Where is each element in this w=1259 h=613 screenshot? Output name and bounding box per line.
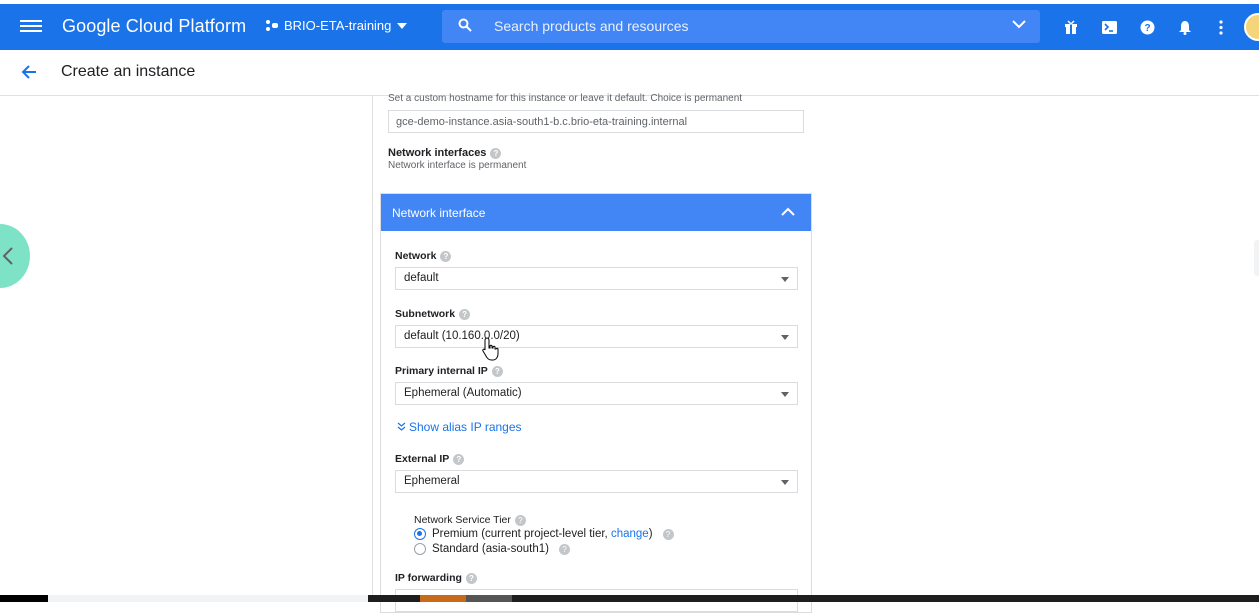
search-bar[interactable] xyxy=(442,10,1040,43)
chevron-down-icon xyxy=(397,22,408,29)
dropdown-caret-icon xyxy=(781,480,789,485)
help-icon[interactable]: ? xyxy=(459,308,471,320)
premium-suffix: ) xyxy=(648,528,653,540)
network-select[interactable]: default xyxy=(395,267,798,290)
primary-ip-select[interactable]: Ephemeral (Automatic) xyxy=(395,382,798,405)
premium-radio[interactable] xyxy=(414,528,426,540)
right-edge-handle[interactable] xyxy=(1254,240,1259,276)
page-title: Create an instance xyxy=(61,63,196,80)
help-icon[interactable]: ? xyxy=(514,514,526,526)
external-ip-value: Ephemeral xyxy=(404,475,460,487)
ip-forwarding-label-text: IP forwarding xyxy=(395,572,462,584)
subnetwork-label-text: Subnetwork xyxy=(395,308,456,320)
chevron-up-icon[interactable] xyxy=(781,207,795,216)
help-icon[interactable]: ? xyxy=(465,572,477,584)
help-icon[interactable]: ? xyxy=(453,453,465,465)
hostname-input[interactable] xyxy=(388,110,804,133)
network-interface-panel: Network interface Network? default Subne… xyxy=(380,193,812,613)
primary-ip-label: Primary internal IP? xyxy=(395,365,503,377)
network-label: Network? xyxy=(395,250,452,262)
search-expand-icon[interactable] xyxy=(1012,20,1026,29)
primary-ip-label-text: Primary internal IP xyxy=(395,365,488,377)
panel-header[interactable]: Network interface xyxy=(381,194,811,231)
terminal-icon[interactable] xyxy=(1100,18,1118,36)
top-app-bar: Google Cloud Platform BRIO-ETA-training … xyxy=(0,4,1259,50)
help-icon[interactable]: ? xyxy=(662,528,674,540)
help-icon[interactable]: ? xyxy=(490,147,502,159)
dropdown-caret-icon xyxy=(781,277,789,282)
project-name: BRIO-ETA-training xyxy=(284,18,392,33)
standard-radio[interactable] xyxy=(414,543,426,555)
network-value: default xyxy=(404,272,439,284)
ip-forwarding-label: IP forwarding? xyxy=(395,572,477,584)
external-ip-label-text: External IP xyxy=(395,453,450,465)
collapse-panel-button[interactable] xyxy=(0,224,30,288)
double-chevron-down-icon xyxy=(397,422,406,431)
dropdown-caret-icon xyxy=(781,392,789,397)
avatar[interactable] xyxy=(1244,13,1259,41)
more-vert-icon[interactable] xyxy=(1212,18,1230,36)
project-selector[interactable]: BRIO-ETA-training xyxy=(266,18,408,33)
show-alias-ip-link[interactable]: Show alias IP ranges xyxy=(397,420,522,434)
network-interfaces-label-text: Network interfaces xyxy=(388,147,487,159)
premium-text: Premium (current project-level tier, cha… xyxy=(432,528,653,540)
taskbar-app[interactable] xyxy=(466,595,512,602)
network-tier-label-text: Network Service Tier xyxy=(414,514,511,526)
hand-cursor-icon xyxy=(482,337,499,361)
tier-premium-option[interactable]: Premium (current project-level tier, cha… xyxy=(414,528,674,540)
search-input[interactable] xyxy=(494,16,974,36)
taskbar-start[interactable] xyxy=(0,595,48,602)
back-arrow-icon[interactable] xyxy=(20,63,38,81)
network-label-text: Network xyxy=(395,250,437,262)
taskbar-search[interactable] xyxy=(48,595,368,602)
primary-ip-value: Ephemeral (Automatic) xyxy=(404,387,522,399)
help-icon[interactable]: ? xyxy=(1138,18,1156,36)
help-icon[interactable]: ? xyxy=(491,365,503,377)
network-tier-label: Network Service Tier? xyxy=(414,514,526,526)
help-icon[interactable]: ? xyxy=(440,250,452,262)
network-interfaces-sub: Network interface is permanent xyxy=(388,160,527,171)
subnetwork-label: Subnetwork? xyxy=(395,308,471,320)
taskbar xyxy=(0,595,1259,602)
premium-prefix: Premium (current project-level tier, xyxy=(432,528,611,540)
hostname-hint: Set a custom hostname for this instance … xyxy=(388,93,743,104)
gift-icon[interactable] xyxy=(1062,18,1080,36)
show-alias-ip-text: Show alias IP ranges xyxy=(409,420,522,434)
bell-icon[interactable] xyxy=(1176,18,1194,36)
menu-icon[interactable] xyxy=(20,17,42,37)
svg-text:?: ? xyxy=(1144,23,1150,34)
taskbar-app[interactable] xyxy=(420,595,466,602)
divider xyxy=(372,96,373,602)
subnetwork-value: default (10.160.0.0/20) xyxy=(404,330,520,342)
project-icon xyxy=(266,19,278,32)
tier-standard-option[interactable]: Standard (asia-south1) ? xyxy=(414,543,570,555)
dropdown-caret-icon xyxy=(781,335,789,340)
standard-text: Standard (asia-south1) xyxy=(432,543,549,555)
chevron-left-icon xyxy=(2,247,13,265)
panel-title: Network interface xyxy=(392,206,486,220)
network-interfaces-label: Network interfaces? xyxy=(388,147,502,159)
external-ip-label: External IP? xyxy=(395,453,465,465)
external-ip-select[interactable]: Ephemeral xyxy=(395,470,798,493)
brand-title[interactable]: Google Cloud Platform xyxy=(62,16,246,37)
help-icon[interactable]: ? xyxy=(558,543,570,555)
search-icon xyxy=(458,18,472,32)
page-header: Create an instance xyxy=(0,50,1259,96)
change-tier-link[interactable]: change xyxy=(611,528,649,540)
subnetwork-select[interactable]: default (10.160.0.0/20) xyxy=(395,325,798,348)
